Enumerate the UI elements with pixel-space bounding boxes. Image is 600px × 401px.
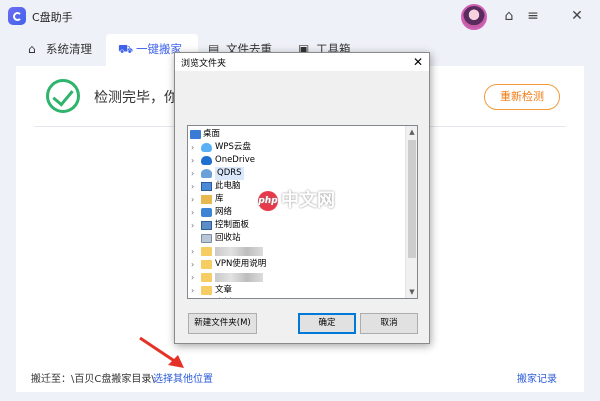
php-logo-icon: php (258, 191, 278, 211)
tree-item-blurred-folder[interactable]: › (188, 245, 406, 258)
choose-other-location-link[interactable]: 选择其他位置 (153, 370, 213, 385)
cancel-button[interactable]: 取消 (360, 313, 418, 334)
tree-item-label: 回收站 (215, 233, 241, 243)
tree-item-vpn-guide[interactable]: › VPN使用说明 (188, 258, 406, 271)
scroll-down-icon[interactable]: ▼ (406, 286, 417, 298)
title-bar: C盘助手 ⌂ ≡ ✕ (0, 0, 600, 34)
tree-item-label: VPN使用说明 (215, 259, 267, 269)
blurred-folder-name (215, 247, 263, 256)
folder-icon (201, 273, 212, 282)
tree-item-label: 桌面 (203, 129, 221, 139)
tree-item-label: WPS云盘 (215, 142, 251, 152)
move-destination-label: 搬迁至：\百贝C盘搬家目录\ (31, 374, 155, 385)
chevron-right-icon[interactable]: › (191, 206, 194, 219)
tree-item-control-panel[interactable]: › 控制面板 (188, 219, 406, 232)
home-icon[interactable]: ⌂ (499, 7, 519, 25)
tree-item-onedrive[interactable]: › OneDrive (188, 154, 406, 167)
chevron-right-icon[interactable]: › (191, 297, 194, 298)
user-icon (201, 169, 212, 178)
ok-button[interactable]: 确定 (298, 313, 356, 334)
tree-item-desktop[interactable]: 桌面 (188, 128, 406, 141)
status-text: 检测完毕，你 (94, 90, 178, 106)
tab-label: 系统清理 (46, 42, 92, 56)
tree-item-recycle-bin[interactable]: 回收站 (188, 232, 406, 245)
tree-item-articles[interactable]: › 文章 (188, 284, 406, 297)
onedrive-icon (201, 156, 212, 165)
tree-item-label: 资料 (215, 297, 232, 298)
recycle-bin-icon (201, 234, 212, 243)
chevron-right-icon[interactable]: › (191, 284, 194, 297)
chevron-right-icon[interactable]: › (191, 245, 194, 258)
folder-icon (201, 247, 212, 256)
cloud-icon (201, 143, 212, 152)
chevron-right-icon[interactable]: › (191, 258, 194, 271)
dialog-close-button[interactable]: ✕ (413, 54, 423, 70)
control-panel-icon (201, 221, 212, 230)
redetect-button[interactable]: 重新检测 (484, 84, 560, 110)
chevron-right-icon[interactable]: › (191, 141, 194, 154)
tree-item-label: 此电脑 (215, 181, 241, 191)
app-title: C盘助手 (32, 11, 73, 24)
chevron-right-icon[interactable]: › (191, 154, 194, 167)
chevron-right-icon[interactable]: › (191, 271, 194, 284)
tree-item-label: 控制面板 (215, 220, 250, 230)
scroll-up-icon[interactable]: ▲ (406, 126, 417, 138)
tree-item-label: 网络 (215, 207, 233, 217)
chevron-right-icon[interactable]: › (191, 180, 194, 193)
folder-icon (201, 286, 212, 295)
avatar[interactable] (461, 4, 487, 30)
check-circle-icon (46, 79, 80, 113)
dialog-title-bar: 浏览文件夹 ✕ (175, 53, 429, 71)
tree-item-qdrs[interactable]: › QDRS (188, 167, 406, 180)
chevron-right-icon[interactable]: › (191, 193, 194, 206)
watermark: php 中文网 (258, 186, 335, 212)
vertical-scrollbar[interactable]: ▲ ▼ (405, 126, 417, 298)
broom-icon: ⌂ (28, 42, 36, 56)
folder-tree[interactable]: 桌面 › WPS云盘 › OneDrive › QDRS › 此电脑 › 库 ›… (187, 125, 418, 299)
library-icon (201, 195, 212, 204)
pc-icon (201, 182, 212, 191)
move-history-link[interactable]: 搬家记录 (517, 370, 557, 385)
tree-item-wps-cloud[interactable]: › WPS云盘 (188, 141, 406, 154)
close-window-button[interactable]: ✕ (567, 7, 587, 25)
app-logo-icon (8, 7, 26, 25)
watermark-text: 中文网 (281, 190, 335, 211)
tree-item-blurred-folder[interactable]: › (188, 271, 406, 284)
tree-item-label: 库 (215, 194, 224, 204)
folder-icon (201, 260, 212, 269)
network-icon (201, 208, 212, 217)
dialog-title: 浏览文件夹 (181, 59, 227, 69)
new-folder-button[interactable]: 新建文件夹(M) (188, 313, 257, 334)
chevron-right-icon[interactable]: › (191, 167, 194, 180)
chevron-right-icon[interactable]: › (191, 219, 194, 232)
truck-icon: ⛟ (118, 42, 134, 56)
tree-item-label: 文章 (215, 285, 233, 295)
desktop-icon (190, 130, 201, 139)
tab-system-clean[interactable]: ⌂ 系统清理 (16, 34, 108, 66)
tree-item-materials[interactable]: › 资料 (188, 297, 406, 298)
tree-item-label: QDRS (215, 167, 244, 180)
scroll-thumb[interactable] (408, 140, 416, 258)
blurred-folder-name (215, 273, 263, 282)
menu-icon[interactable]: ≡ (523, 7, 543, 25)
tree-item-label: OneDrive (215, 155, 255, 165)
